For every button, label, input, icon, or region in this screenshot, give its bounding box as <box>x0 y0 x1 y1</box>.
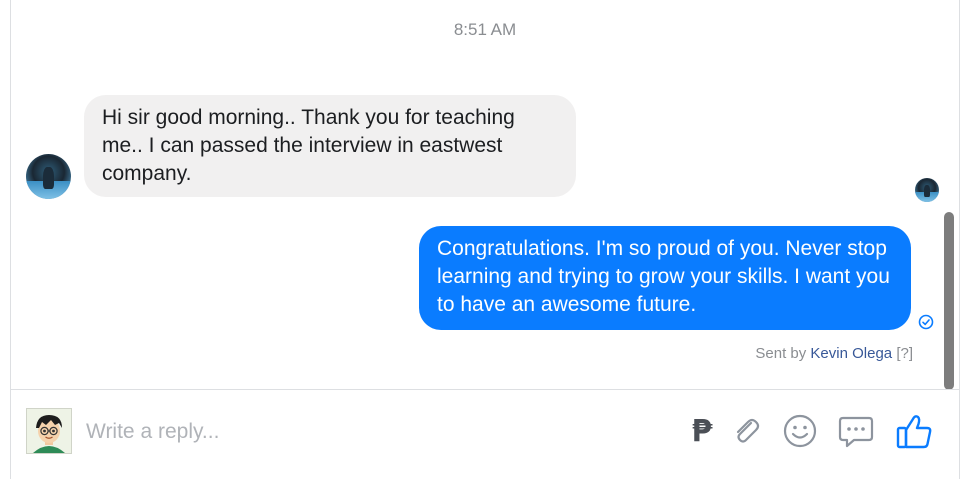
emoji-button[interactable] <box>780 411 820 451</box>
thumbs-up-icon <box>896 415 932 449</box>
sent-by-line: Sent by Kevin Olega [?] <box>755 345 913 362</box>
sender-avatar[interactable] <box>26 154 71 199</box>
emoji-icon <box>783 414 817 448</box>
like-button[interactable] <box>894 411 934 451</box>
left-border <box>10 0 11 479</box>
scrollbar-thumb[interactable] <box>944 212 954 390</box>
composer-divider <box>10 389 959 390</box>
read-receipt-avatar <box>915 178 939 202</box>
sticker-chat-button[interactable] <box>836 411 876 451</box>
message-timestamp: 8:51 AM <box>453 20 517 39</box>
reply-input[interactable] <box>86 412 586 452</box>
sender-name-link[interactable]: Kevin Olega <box>810 345 892 362</box>
send-money-button[interactable]: ₱ <box>682 411 722 451</box>
attach-file-button[interactable] <box>726 411 766 451</box>
incoming-message-bubble[interactable]: Hi sir good morning.. Thank you for teac… <box>84 95 576 197</box>
cartoon-avatar-icon <box>27 409 71 453</box>
peso-icon: ₱ <box>691 413 713 449</box>
user-avatar <box>26 408 72 454</box>
sticker-chat-icon <box>838 416 874 448</box>
sent-by-prefix: Sent by <box>755 345 807 362</box>
message-thread-window: 8:51 AM Hi sir good morning.. Thank you … <box>0 0 960 479</box>
sent-by-help-link[interactable]: [?] <box>896 345 913 362</box>
paperclip-icon <box>736 418 760 443</box>
outgoing-message-bubble[interactable]: Congratulations. I'm so proud of you. Ne… <box>419 226 911 330</box>
sent-check-icon <box>918 314 934 330</box>
